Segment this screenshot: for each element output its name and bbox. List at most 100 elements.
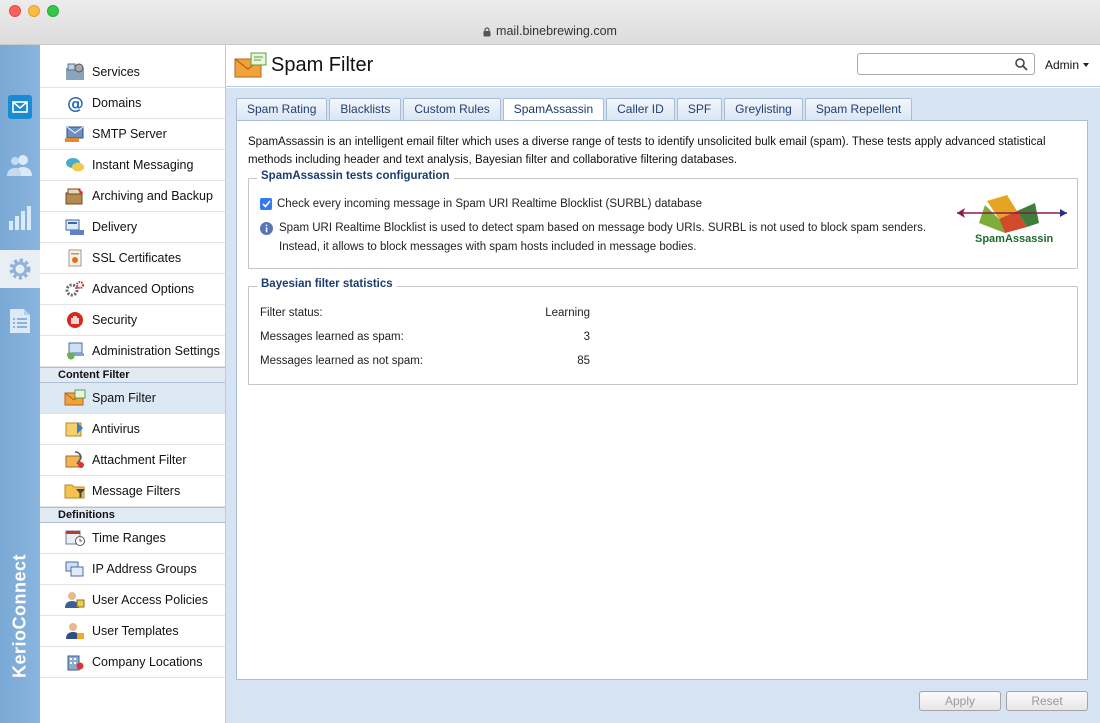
stat-value-learned-not-spam: 85	[577, 355, 590, 367]
sidebar-item-domains[interactable]: @ Domains	[40, 88, 225, 119]
info-icon	[260, 222, 273, 235]
services-icon	[64, 62, 86, 82]
app-rail: KerioConnect	[0, 45, 40, 723]
antivirus-icon	[64, 419, 86, 439]
tab-bar: Spam Rating Blacklists Custom Rules Spam…	[236, 98, 914, 121]
sidebar-item-administration-settings[interactable]: Administration Settings	[40, 336, 225, 367]
spam-envelope-icon	[64, 388, 86, 408]
tab-caller-id[interactable]: Caller ID	[606, 98, 675, 120]
delivery-icon	[64, 217, 86, 237]
certificate-icon	[64, 248, 86, 268]
window-titlebar: mail.binebrewing.com	[0, 0, 1100, 45]
stat-value-filter-status: Learning	[545, 307, 590, 319]
sidebar-item-archiving-and-backup[interactable]: Archiving and Backup	[40, 181, 225, 212]
tab-custom-rules[interactable]: Custom Rules	[403, 98, 501, 120]
chevron-down-icon	[1083, 63, 1090, 67]
building-icon	[64, 652, 86, 672]
checkmark-icon	[261, 200, 271, 208]
sidebar-item-spam-filter[interactable]: Spam Filter	[40, 383, 225, 414]
sidebar-item-delivery[interactable]: Delivery	[40, 212, 225, 243]
at-sign-icon: @	[64, 93, 86, 113]
tab-blacklists[interactable]: Blacklists	[329, 98, 402, 120]
tab-spamassassin[interactable]: SpamAssassin	[502, 98, 605, 121]
stop-hand-icon	[64, 310, 86, 330]
sidebar-item-label: Antivirus	[92, 422, 140, 436]
search-input[interactable]	[858, 54, 1008, 74]
bar-chart-icon	[9, 206, 31, 230]
sidebar-item-company-locations[interactable]: Company Locations	[40, 647, 225, 678]
gear-icon	[9, 258, 31, 280]
mail-icon	[8, 95, 32, 119]
sidebar-item-label: Delivery	[92, 220, 138, 234]
sidebar-item-label: Instant Messaging	[92, 158, 194, 172]
stat-label-filter-status: Filter status:	[260, 307, 323, 319]
rail-stats-button[interactable]	[0, 200, 40, 236]
sidebar-item-smtp-server[interactable]: SMTP Server	[40, 119, 225, 150]
spamassassin-panel: SpamAssassin is an intelligent email fil…	[236, 120, 1088, 680]
sidebar-section-definitions: Definitions	[40, 507, 225, 523]
sidebar-item-advanced-options[interactable]: Advanced Options	[40, 274, 225, 305]
spamassassin-logo-text: SpamAssassin	[975, 233, 1054, 245]
tab-spam-repellent[interactable]: Spam Repellent	[804, 98, 913, 120]
address-bar[interactable]: mail.binebrewing.com	[0, 24, 1100, 38]
zoom-window-button[interactable]	[47, 5, 59, 17]
network-group-icon	[64, 559, 86, 579]
svg-text:@: @	[67, 94, 84, 112]
sidebar-item-ssl-certificates[interactable]: SSL Certificates	[40, 243, 225, 274]
folder-filter-icon	[64, 481, 86, 501]
sidebar-item-ip-address-groups[interactable]: IP Address Groups	[40, 554, 225, 585]
surbl-info: Spam URI Realtime Blocklist is used to d…	[260, 219, 945, 257]
user-policy-icon	[64, 590, 86, 610]
sidebar-item-message-filters[interactable]: Message Filters	[40, 476, 225, 507]
rail-logs-button[interactable]	[0, 303, 40, 339]
close-window-button[interactable]	[9, 5, 21, 17]
kerio-connect-logo: KerioConnect	[9, 553, 30, 679]
main-content: Spam Rating Blacklists Custom Rules Spam…	[226, 88, 1100, 723]
search-field[interactable]	[857, 53, 1035, 75]
sidebar-item-instant-messaging[interactable]: Instant Messaging	[40, 150, 225, 181]
apply-button[interactable]: Apply	[919, 691, 1001, 711]
spamassassin-logo: SpamAssassin	[955, 193, 1071, 245]
sidebar-item-label: Domains	[92, 96, 142, 110]
stat-value-learned-spam: 3	[583, 331, 590, 343]
sidebar-item-label: Services	[92, 65, 140, 79]
archive-box-icon	[64, 186, 86, 206]
sidebar-item-security[interactable]: Security	[40, 305, 225, 336]
spam-envelope-icon	[234, 51, 268, 82]
surbl-checkbox[interactable]	[260, 198, 272, 210]
sidebar-item-label: IP Address Groups	[92, 562, 197, 576]
sidebar-item-services[interactable]: Services	[40, 57, 225, 88]
sidebar-item-user-templates[interactable]: User Templates	[40, 616, 225, 647]
sidebar-item-label: Spam Filter	[92, 391, 156, 405]
rail-configuration-button[interactable]	[0, 250, 40, 288]
attachment-filter-icon	[64, 450, 86, 470]
sidebar-item-label: Attachment Filter	[92, 453, 187, 467]
sidebar-item-attachment-filter[interactable]: Attachment Filter	[40, 445, 225, 476]
rail-users-button[interactable]	[0, 147, 40, 183]
surbl-checkbox-label: Check every incoming message in Spam URI…	[277, 198, 703, 210]
reset-button[interactable]: Reset	[1006, 691, 1088, 711]
lock-icon	[483, 27, 491, 37]
sidebar-item-time-ranges[interactable]: Time Ranges	[40, 523, 225, 554]
chat-bubbles-icon	[64, 155, 86, 175]
document-list-icon	[10, 309, 30, 333]
sidebar-item-label: User Templates	[92, 624, 179, 638]
user-menu[interactable]: Admin	[1045, 58, 1090, 72]
search-icon[interactable]	[1015, 58, 1028, 74]
sidebar-item-label: User Access Policies	[92, 593, 209, 607]
sidebar-item-antivirus[interactable]: Antivirus	[40, 414, 225, 445]
sidebar-item-label: SSL Certificates	[92, 251, 182, 265]
group-title: Bayesian filter statistics	[257, 278, 397, 290]
tab-spf[interactable]: SPF	[676, 98, 723, 120]
surbl-check-row[interactable]: Check every incoming message in Spam URI…	[260, 198, 702, 210]
stat-label-learned-not-spam: Messages learned as not spam:	[260, 355, 424, 367]
tab-greylisting[interactable]: Greylisting	[724, 98, 803, 120]
sidebar-item-label: SMTP Server	[92, 127, 167, 141]
minimize-window-button[interactable]	[28, 5, 40, 17]
tab-spam-rating[interactable]: Spam Rating	[236, 98, 328, 120]
page-header: Spam Filter Admin	[226, 45, 1100, 87]
sidebar-section-content-filter: Content Filter	[40, 367, 225, 383]
rail-mail-button[interactable]	[0, 89, 40, 125]
group-title: SpamAssassin tests configuration	[257, 170, 454, 182]
sidebar-item-user-access-policies[interactable]: User Access Policies	[40, 585, 225, 616]
